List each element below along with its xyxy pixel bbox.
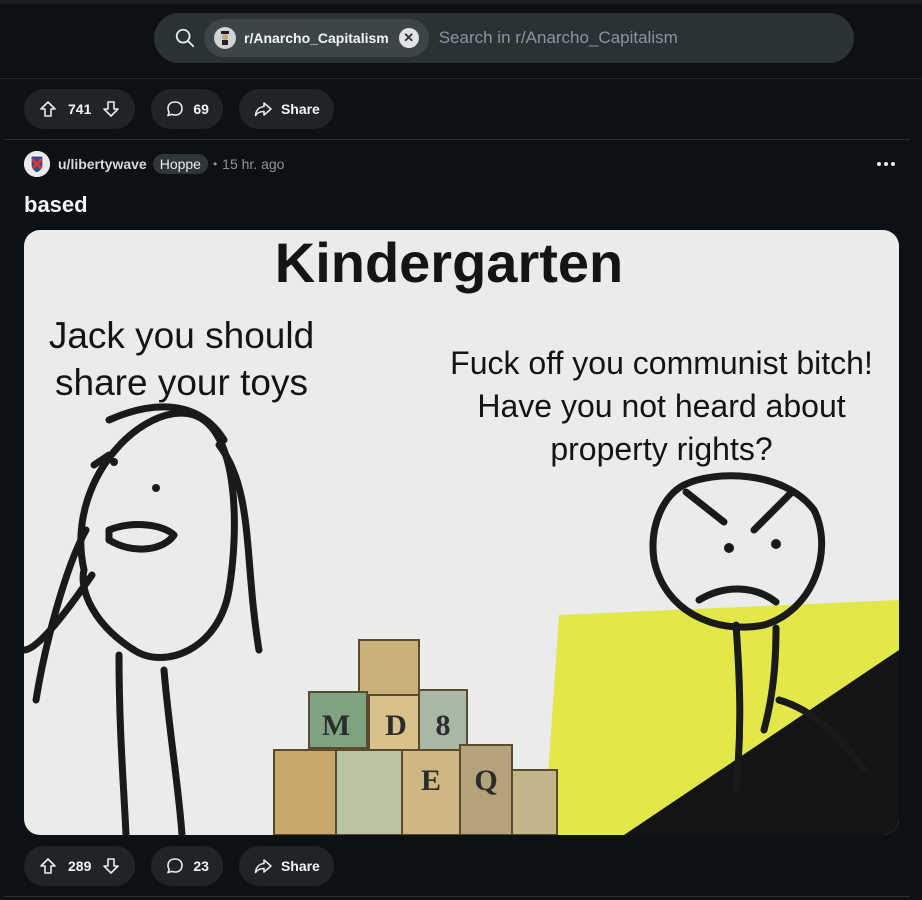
- meta-separator: •: [212, 157, 218, 171]
- svg-text:D: D: [385, 709, 407, 742]
- previous-post-actions: 741 69 Share: [24, 89, 334, 129]
- vote-control: 289: [24, 846, 136, 886]
- community-filter-chip[interactable]: r/Anarcho_Capitalism ✕: [204, 19, 429, 57]
- meme-left-caption: Jack you should share your toys: [24, 312, 339, 406]
- post-divider: [4, 139, 910, 140]
- top-hairline: [0, 0, 922, 4]
- vote-control: 741: [24, 89, 136, 129]
- search-bar[interactable]: r/Anarcho_Capitalism ✕ Search in r/Anarc…: [154, 13, 854, 63]
- comments-button[interactable]: 23: [151, 846, 223, 886]
- svg-text:M: M: [322, 709, 350, 742]
- upvote-icon[interactable]: [38, 99, 58, 119]
- clear-community-icon[interactable]: ✕: [398, 28, 419, 48]
- meme-left-line-1: Jack you should: [48, 315, 315, 356]
- post-divider: [4, 896, 910, 897]
- share-button[interactable]: Share: [238, 89, 334, 129]
- meme-right-line-1: Fuck off you communist bitch!: [450, 345, 873, 381]
- search-icon: [175, 28, 195, 48]
- post-timestamp: 15 hr. ago: [222, 156, 285, 172]
- share-button[interactable]: Share: [238, 846, 334, 886]
- top-bar: r/Anarcho_Capitalism ✕ Search in r/Anarc…: [0, 0, 922, 79]
- downvote-icon[interactable]: [101, 99, 121, 119]
- search-placeholder[interactable]: Search in r/Anarcho_Capitalism: [439, 28, 678, 48]
- comment-icon: [167, 101, 184, 117]
- share-icon: [254, 102, 272, 117]
- downvote-icon[interactable]: [101, 856, 121, 876]
- share-icon: [254, 859, 272, 874]
- user-avatar[interactable]: [24, 151, 50, 177]
- meme-right-line-3: property rights?: [550, 431, 773, 467]
- more-options-icon[interactable]: [874, 152, 898, 176]
- vote-count: 289: [68, 858, 92, 874]
- svg-text:Q: Q: [474, 764, 497, 797]
- meme-left-line-2: share your toys: [55, 362, 308, 403]
- share-label: Share: [280, 858, 320, 874]
- community-chip-label: r/Anarcho_Capitalism: [244, 30, 389, 46]
- meme-right-caption: Fuck off you communist bitch! Have you n…: [424, 342, 899, 471]
- comment-icon: [167, 858, 184, 874]
- user-flair: Hoppe: [152, 154, 208, 174]
- comment-count: 69: [193, 101, 209, 117]
- vote-count: 741: [68, 101, 92, 117]
- svg-text:8: 8: [436, 709, 451, 742]
- post-image[interactable]: M D 8 E Q Kindergarten Jack you should s…: [24, 230, 899, 835]
- share-label: Share: [280, 101, 320, 117]
- comment-count: 23: [193, 858, 209, 874]
- post-title[interactable]: based: [24, 192, 88, 218]
- meme-heading: Kindergarten: [274, 231, 624, 294]
- upvote-icon[interactable]: [38, 856, 58, 876]
- community-avatar-icon: [214, 27, 236, 49]
- svg-text:E: E: [421, 764, 441, 797]
- meme-right-line-2: Have you not heard about: [477, 388, 846, 424]
- post-author[interactable]: u/libertywave: [58, 156, 147, 172]
- comments-button[interactable]: 69: [151, 89, 223, 129]
- post-meta: u/libertywave Hoppe • 15 hr. ago: [24, 150, 898, 178]
- post-actions: 289 23 Share: [24, 846, 334, 886]
